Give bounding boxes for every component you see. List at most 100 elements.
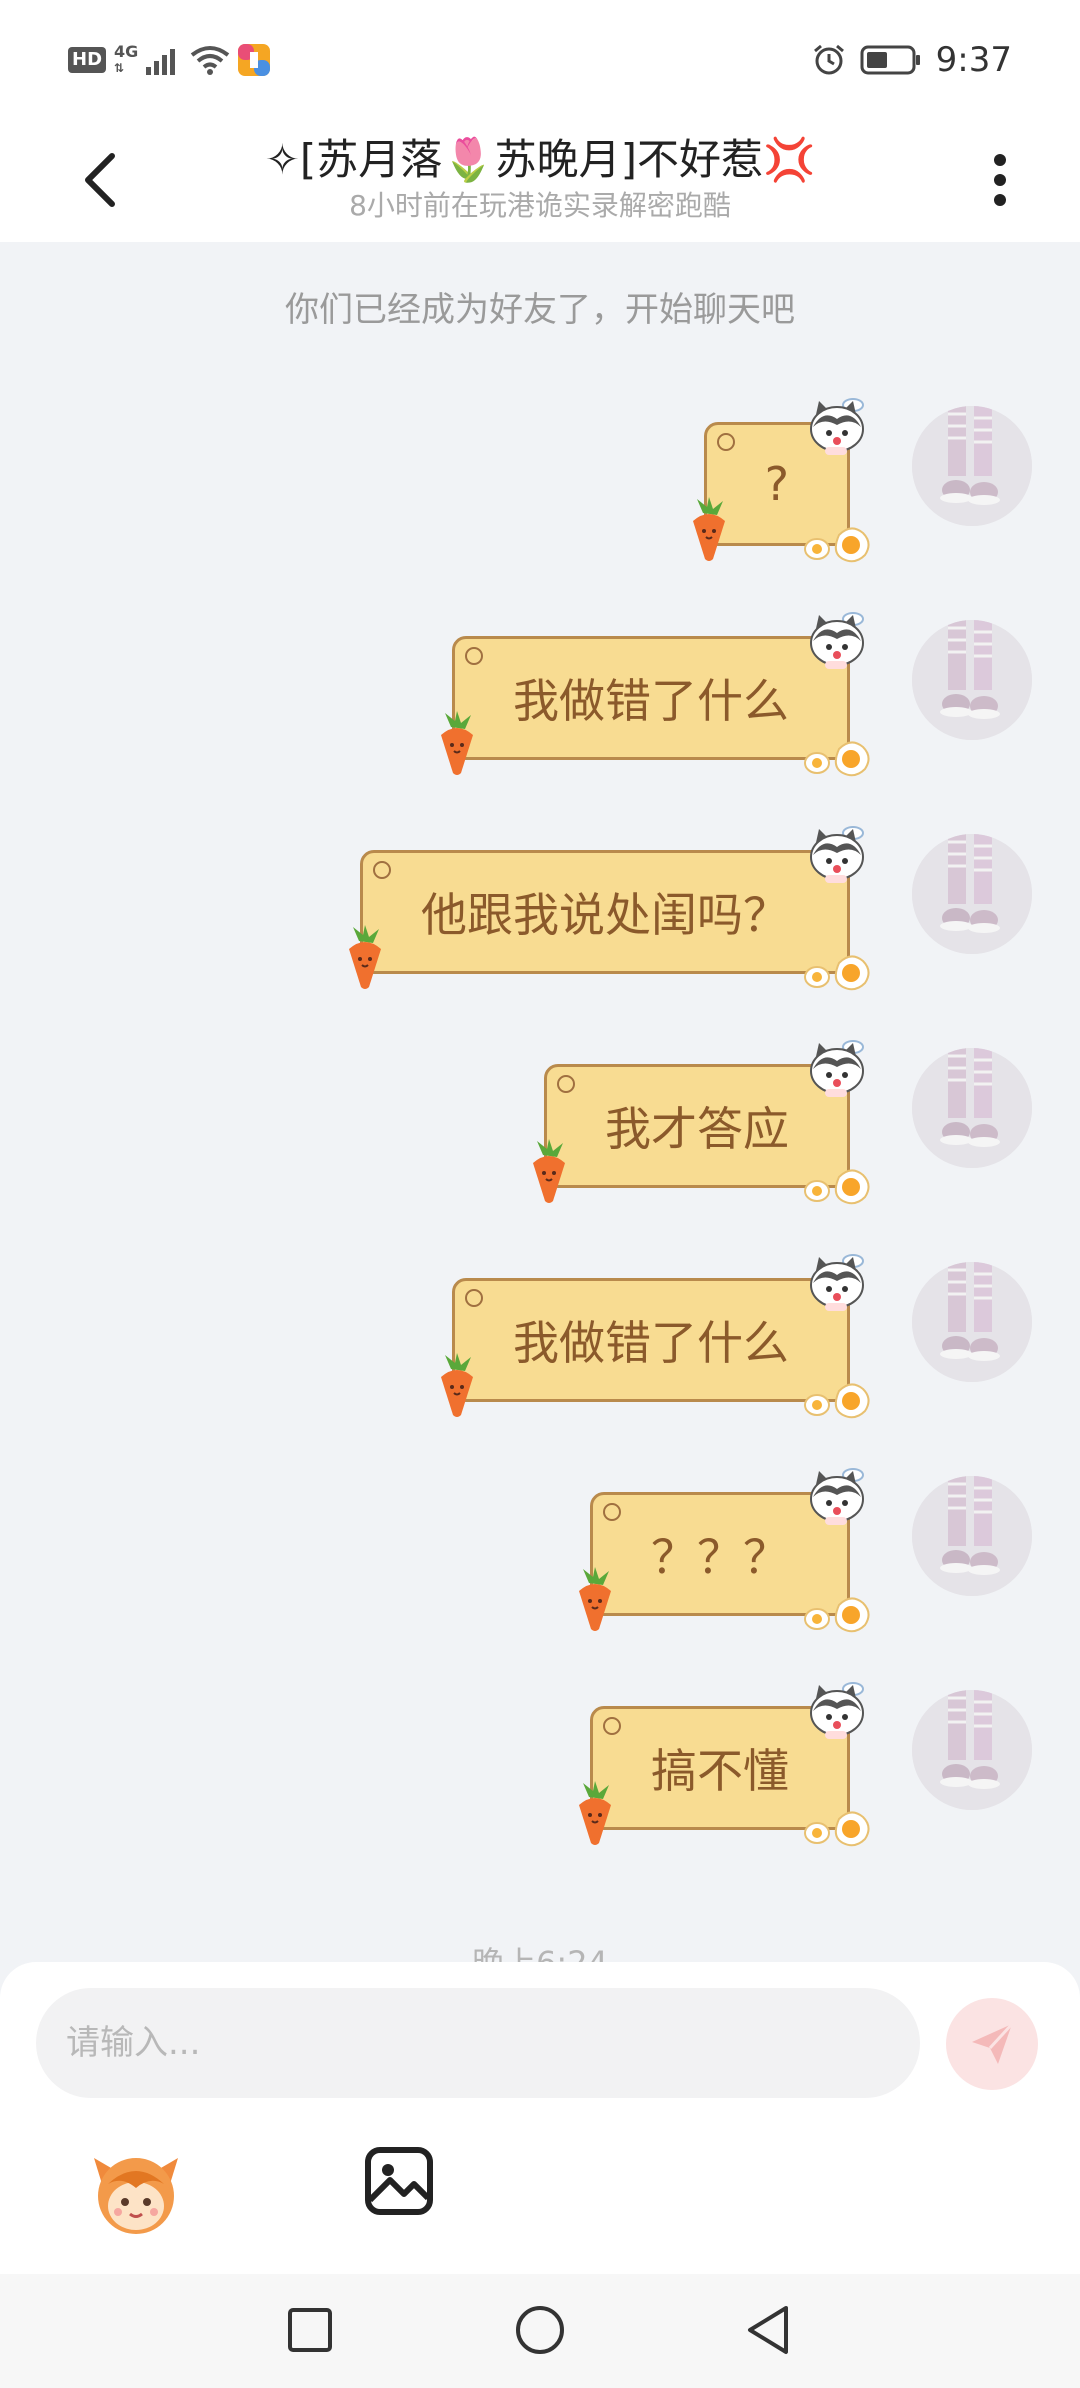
- status-bar: HD 4G ⇅ 9:37: [0, 0, 1080, 120]
- avatar-image: [912, 620, 1032, 740]
- message-row: 我做错了什么: [0, 612, 1080, 777]
- app-notification-icon: [238, 44, 271, 76]
- message-row: ？？？: [0, 1468, 1080, 1633]
- user-avatar[interactable]: [912, 1690, 1032, 1810]
- user-avatar[interactable]: [912, 406, 1032, 526]
- message-bubble[interactable]: 搞不懂: [579, 1682, 870, 1847]
- pin-icon: [557, 1075, 575, 1093]
- square-icon: [288, 2308, 332, 2352]
- cat-sticker-icon: [810, 398, 864, 455]
- message-text: 我才答应: [605, 1102, 789, 1156]
- status-right: 9:37: [812, 40, 1012, 80]
- message-bubble[interactable]: 我做错了什么: [441, 1254, 870, 1419]
- message-text: 搞不懂: [651, 1744, 789, 1798]
- more-vertical-icon: [994, 154, 1006, 206]
- paper-plane-icon: [972, 2022, 1014, 2064]
- fried-egg-sticker-icon: [804, 1597, 870, 1633]
- timestamp-label: 晚上6:24: [0, 1938, 1080, 1962]
- contact-name: ✧[苏月落🌷苏晚月]不好惹💢: [264, 135, 816, 184]
- user-avatar[interactable]: [912, 620, 1032, 740]
- message-text: 他跟我说处闺吗？: [421, 888, 789, 942]
- user-avatar[interactable]: [912, 834, 1032, 954]
- user-avatar[interactable]: [912, 1476, 1032, 1596]
- pin-icon: [603, 1717, 621, 1735]
- network-arrows-icon: ⇅: [114, 61, 125, 75]
- avatar-image: [912, 1048, 1032, 1168]
- image-button[interactable]: [364, 2146, 444, 2226]
- fried-egg-sticker-icon: [804, 955, 870, 991]
- cat-sticker-icon: [810, 612, 864, 669]
- message-row: ?: [0, 398, 1080, 563]
- carrot-sticker-icon: [441, 711, 473, 775]
- contact-status: 8小时前在玩港诡实录解密跑酷: [349, 189, 731, 222]
- fried-egg-sticker-icon: [804, 1811, 870, 1847]
- user-avatar[interactable]: [912, 1262, 1032, 1382]
- pin-icon: [465, 1289, 483, 1307]
- message-row: 我才答应: [0, 1040, 1080, 1205]
- home-button[interactable]: [508, 2298, 572, 2362]
- wifi-icon: [191, 46, 230, 75]
- message-text: ?: [764, 457, 789, 511]
- cat-sticker-icon: [810, 1682, 864, 1739]
- hd-badge: HD: [68, 47, 107, 73]
- clock-time: 9:37: [935, 40, 1012, 80]
- message-text: 我做错了什么: [513, 674, 789, 728]
- carrot-sticker-icon: [579, 1567, 611, 1631]
- message-text: 我做错了什么: [513, 1316, 789, 1370]
- system-nav-bar: [0, 2274, 1080, 2388]
- avatar-image: [912, 1476, 1032, 1596]
- network-type: 4G ⇅: [114, 44, 138, 76]
- carrot-sticker-icon: [692, 497, 725, 561]
- more-options-button[interactable]: [960, 140, 1040, 220]
- cat-sticker-icon: [810, 1468, 864, 1525]
- carrot-sticker-icon: [533, 1139, 565, 1203]
- alarm-icon: [813, 44, 844, 75]
- message-bubble[interactable]: 他跟我说处闺吗？: [349, 826, 870, 991]
- pin-icon: [373, 861, 391, 879]
- message-bubble[interactable]: ？？？: [579, 1468, 870, 1633]
- battery-icon: [860, 45, 920, 75]
- avatar-image: [912, 406, 1032, 526]
- pin-icon: [716, 433, 735, 451]
- input-panel: [0, 1962, 1080, 2274]
- fried-egg-sticker-icon: [804, 741, 870, 777]
- cat-sticker-icon: [810, 826, 864, 883]
- carrot-sticker-icon: [579, 1781, 611, 1845]
- chevron-left-icon: [85, 153, 115, 207]
- avatar-image: [912, 1262, 1032, 1382]
- recents-button[interactable]: [278, 2298, 342, 2362]
- message-bubble[interactable]: ?: [692, 398, 870, 563]
- message-row: 我做错了什么: [0, 1254, 1080, 1419]
- pin-icon: [465, 647, 483, 665]
- network-label: 4G: [114, 42, 139, 61]
- message-input[interactable]: [36, 1988, 920, 2098]
- avatar-image: [912, 834, 1032, 954]
- avatar-image: [912, 1690, 1032, 1810]
- user-avatar[interactable]: [912, 1048, 1032, 1168]
- circle-icon: [516, 2306, 564, 2354]
- mascot-face-icon: [94, 2158, 178, 2234]
- message-row: 他跟我说处闺吗？: [0, 826, 1080, 991]
- back-button[interactable]: [60, 140, 140, 220]
- cat-sticker-icon: [810, 1040, 864, 1097]
- message-bubble[interactable]: 我做错了什么: [441, 612, 870, 777]
- message-text: ？？？: [651, 1530, 789, 1584]
- status-left: HD 4G ⇅: [68, 44, 271, 76]
- carrot-sticker-icon: [349, 925, 381, 989]
- fried-egg-sticker-icon: [804, 1169, 870, 1205]
- message-bubble[interactable]: 我才答应: [533, 1040, 870, 1205]
- send-button[interactable]: [946, 1998, 1038, 2090]
- image-icon: [365, 2147, 433, 2215]
- chat-header: ✧[苏月落🌷苏晚月]不好惹💢 8小时前在玩港诡实录解密跑酷: [0, 120, 1080, 242]
- signal-icon: [146, 49, 176, 75]
- back-nav-button[interactable]: [736, 2298, 800, 2362]
- chat-area[interactable]: 你们已经成为好友了，开始聊天吧 ? 我做错了什么 他跟我说处闺吗？ 我才答应 我做错了什…: [0, 242, 1080, 1962]
- message-row: 搞不懂: [0, 1682, 1080, 1847]
- cat-sticker-icon: [810, 1254, 864, 1311]
- system-message: 你们已经成为好友了，开始聊天吧: [285, 290, 795, 330]
- carrot-sticker-icon: [441, 1353, 473, 1417]
- fried-egg-sticker-icon: [804, 1383, 870, 1419]
- triangle-back-icon: [748, 2306, 788, 2354]
- pin-icon: [603, 1503, 621, 1521]
- sticker-button[interactable]: [88, 2144, 184, 2240]
